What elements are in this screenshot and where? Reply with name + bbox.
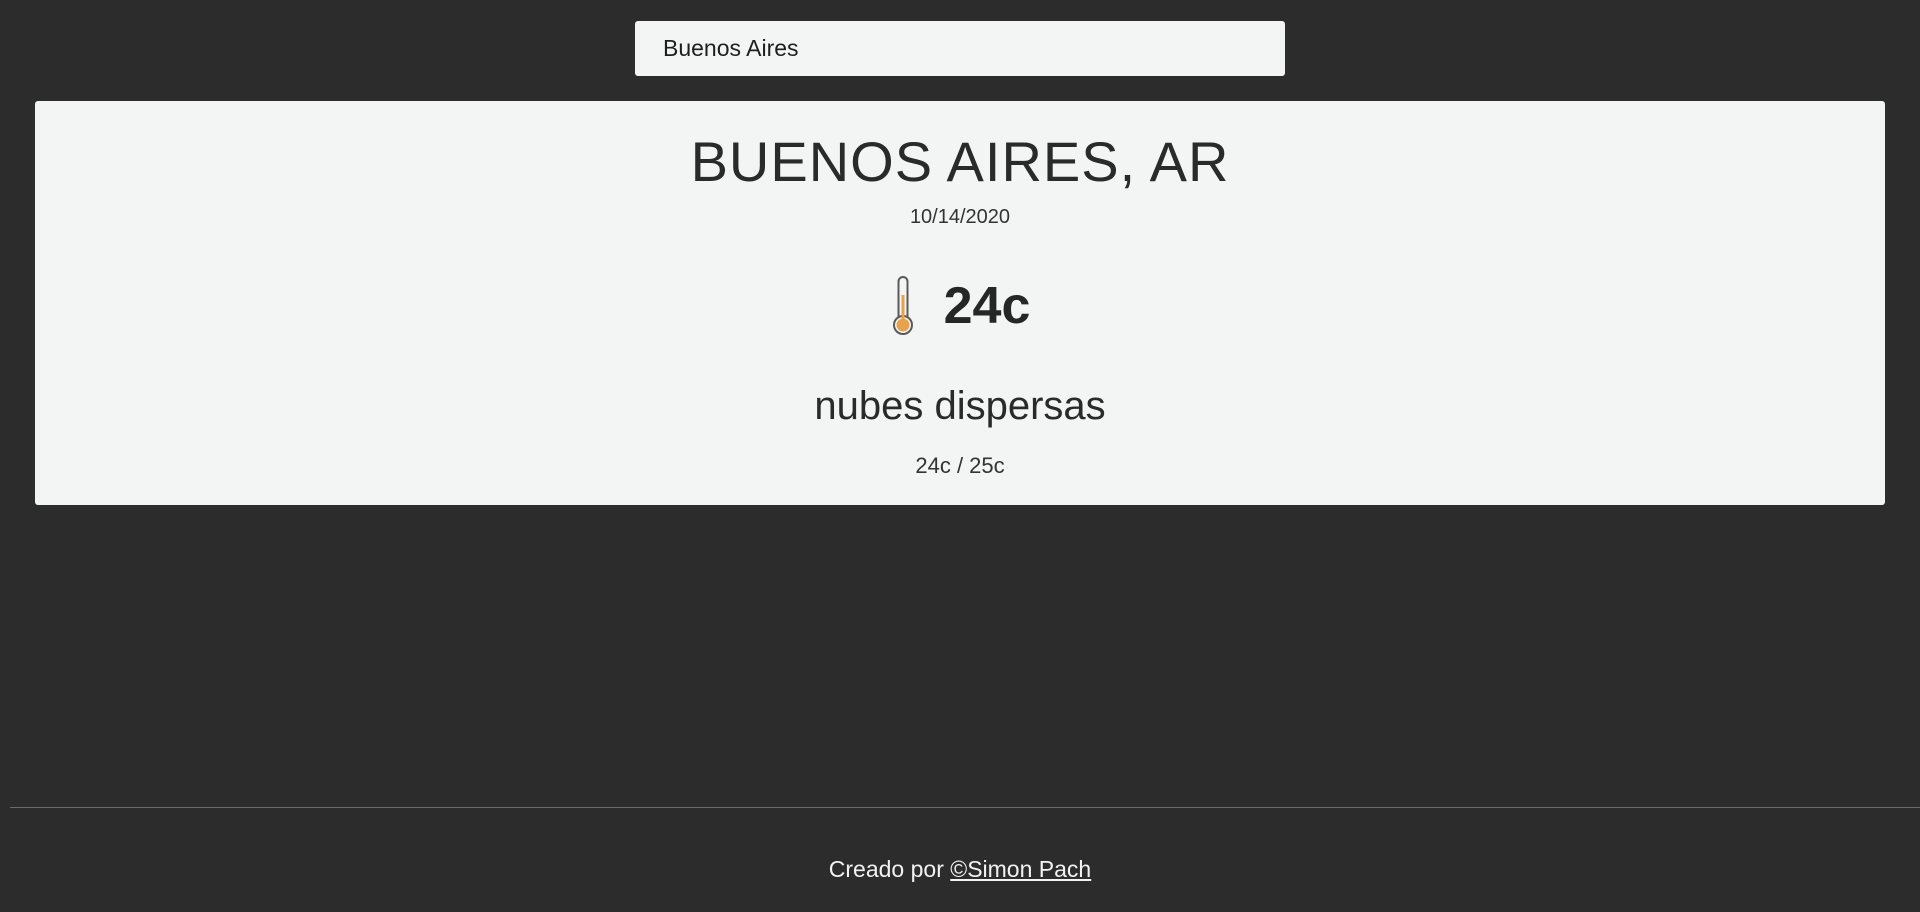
min-max-temperature: 24c / 25c bbox=[915, 453, 1005, 478]
footer-prefix: Creado por bbox=[828, 856, 944, 882]
footer-divider bbox=[10, 807, 1920, 808]
city-name: BUENOS AIRES, AR bbox=[690, 130, 1230, 193]
weather-date: 10/14/2020 bbox=[909, 206, 1011, 228]
temperature-row: 24c bbox=[35, 271, 1885, 341]
current-temperature: 24c bbox=[943, 277, 1031, 335]
footer: Creado por ©Simon Pach bbox=[0, 854, 1920, 884]
thermometer-icon bbox=[892, 276, 913, 335]
weather-card: BUENOS AIRES, AR 10/14/2020 24c nubes di… bbox=[35, 101, 1885, 505]
search-bar bbox=[635, 21, 1285, 76]
city-search-input[interactable] bbox=[635, 21, 1285, 76]
weather-description: nubes dispersas bbox=[814, 384, 1106, 428]
author-link[interactable]: ©Simon Pach bbox=[950, 856, 1091, 882]
